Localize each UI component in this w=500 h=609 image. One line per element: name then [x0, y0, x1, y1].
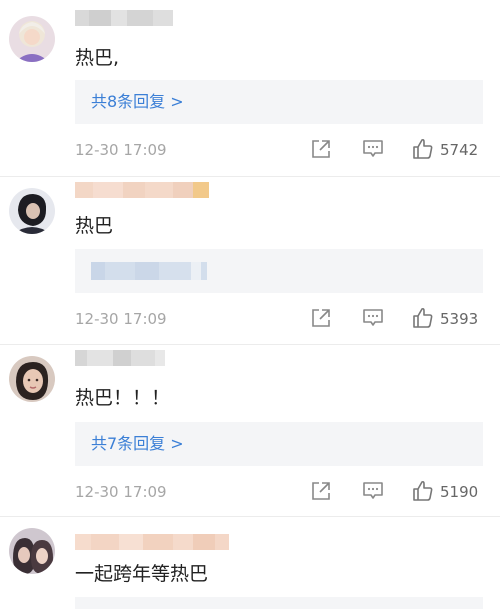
comment-text: 热巴 [75, 215, 114, 237]
comment-footer: 12-30 17:09 5190 [0, 479, 500, 505]
reply-preview[interactable] [75, 249, 483, 293]
reply-preview-blurred [91, 262, 207, 280]
comment-text: 一起跨年等热巴 [75, 563, 209, 585]
thumbs-up-icon[interactable] [411, 479, 435, 503]
comment-icon[interactable] [361, 137, 385, 161]
reply-preview[interactable]: 共8条回复 > [75, 80, 483, 124]
comment-icon[interactable] [361, 306, 385, 330]
divider [0, 516, 500, 517]
comment-footer: 12-30 17:09 5393 [0, 306, 500, 332]
like-count: 5190 [440, 483, 479, 501]
share-icon[interactable] [309, 479, 333, 503]
username-blurred[interactable] [75, 350, 165, 366]
avatar[interactable] [9, 356, 55, 402]
username-blurred[interactable] [75, 182, 209, 198]
divider [0, 344, 500, 345]
like-count: 5393 [440, 310, 479, 328]
comment-footer: 12-30 17:09 5742 [0, 137, 500, 163]
comment-text: 热巴！！！ [75, 387, 171, 409]
share-icon[interactable] [309, 306, 333, 330]
thumbs-up-icon[interactable] [411, 137, 435, 161]
username-blurred[interactable] [75, 10, 173, 26]
reply-preview[interactable]: 共7条回复 > [75, 422, 483, 466]
avatar[interactable] [9, 188, 55, 234]
timestamp: 12-30 17:09 [75, 310, 167, 328]
like-button[interactable]: 5393 [411, 306, 491, 332]
timestamp: 12-30 17:09 [75, 483, 167, 501]
username-blurred[interactable] [75, 534, 229, 550]
comment-icon[interactable] [361, 479, 385, 503]
comment-text: 热巴, [75, 47, 120, 69]
avatar[interactable] [9, 16, 55, 62]
like-button[interactable]: 5742 [411, 137, 491, 163]
view-replies-link[interactable]: 共7条回复 > [91, 433, 184, 455]
view-replies-link[interactable]: 共8条回复 > [91, 91, 184, 113]
divider [0, 176, 500, 177]
avatar[interactable] [9, 528, 55, 574]
share-icon[interactable] [309, 137, 333, 161]
thumbs-up-icon[interactable] [411, 306, 435, 330]
like-count: 5742 [440, 141, 479, 159]
like-button[interactable]: 5190 [411, 479, 491, 505]
reply-preview[interactable] [75, 597, 483, 609]
timestamp: 12-30 17:09 [75, 141, 167, 159]
